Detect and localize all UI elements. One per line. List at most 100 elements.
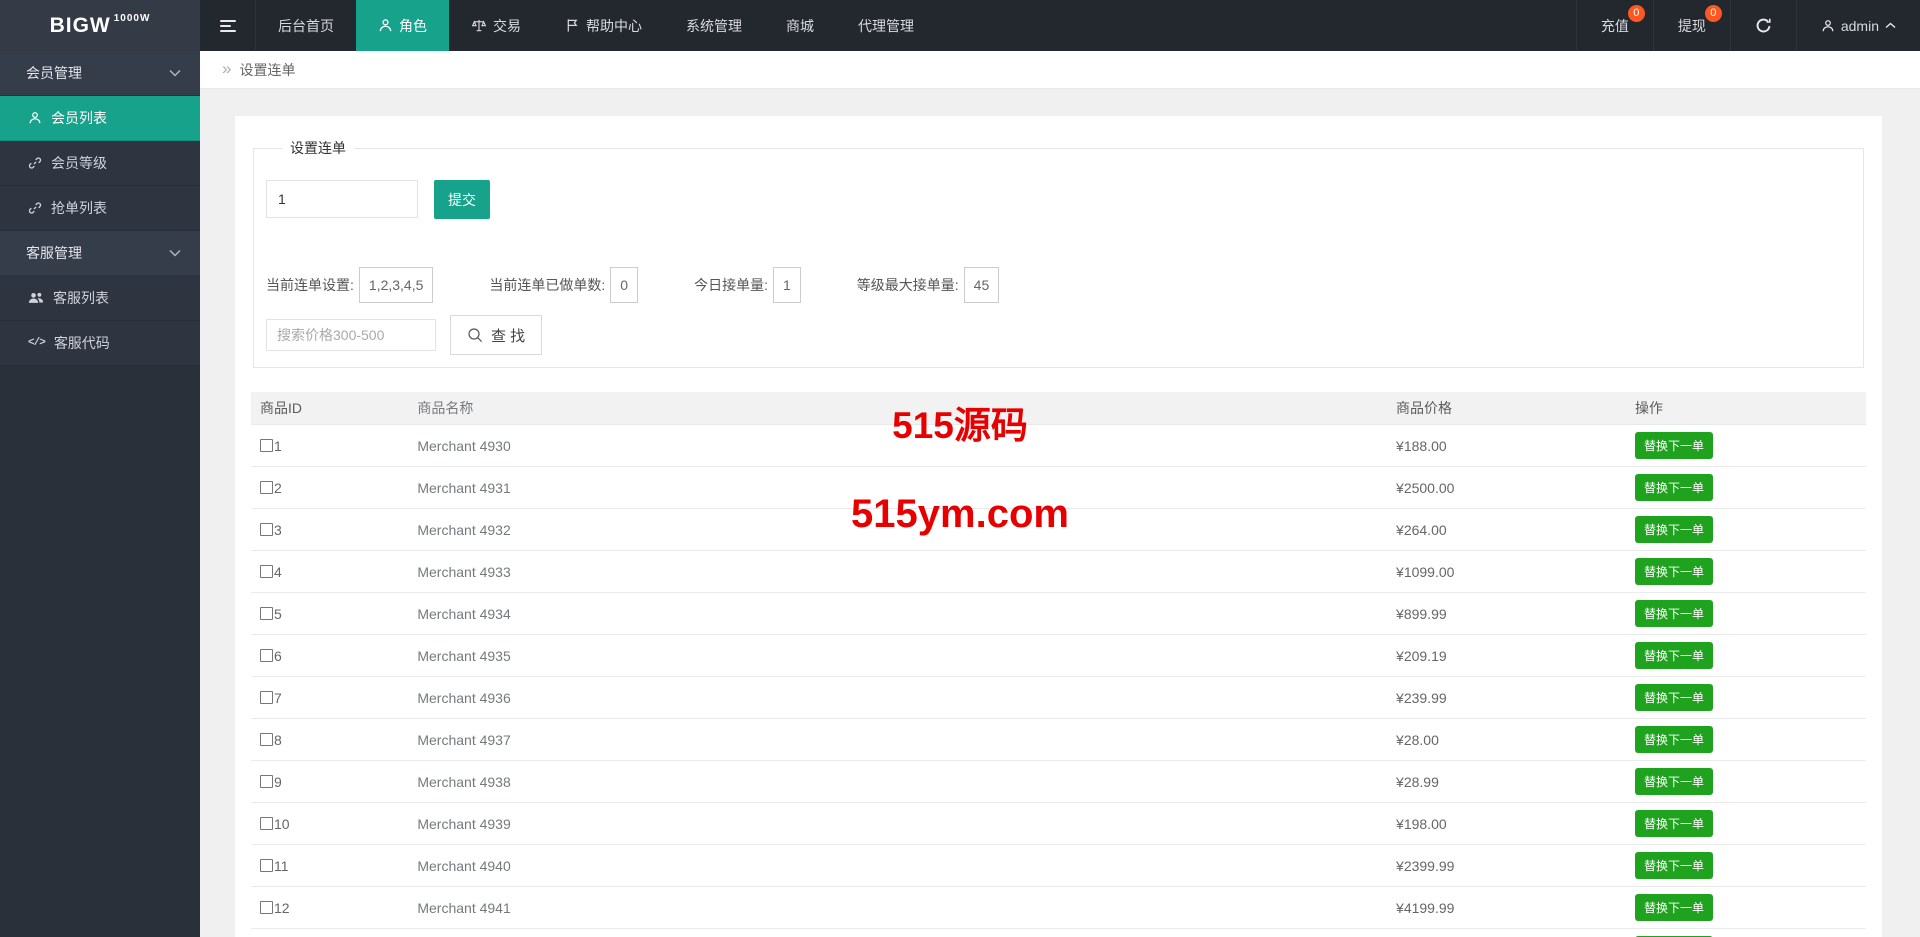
product-id: 7 [274, 689, 282, 706]
product-price: ¥188.00 [1396, 437, 1447, 454]
stat-value: 0 [610, 267, 639, 303]
replace-next-order-button[interactable]: 替换下一单 [1635, 894, 1714, 921]
replace-next-order-button[interactable]: 替换下一单 [1635, 726, 1714, 753]
nav-item-roles[interactable]: 角色 [356, 0, 449, 51]
product-price: ¥1099.00 [1396, 563, 1455, 580]
product-name: Merchant 4941 [417, 899, 511, 916]
table-row: 11 Merchant 4940 ¥2399.99 替换下一单 [251, 845, 1866, 887]
link-icon [28, 156, 42, 170]
flag-icon [565, 18, 580, 33]
hamburger-icon [219, 17, 236, 35]
nav-item-trade[interactable]: 交易 [449, 0, 543, 51]
app-logo: BIGW 1000W [0, 0, 200, 51]
row-checkbox[interactable] [260, 691, 273, 704]
link-icon [28, 201, 42, 215]
user-icon [1821, 19, 1835, 33]
menu-toggle-button[interactable] [200, 0, 256, 51]
replace-next-order-button[interactable]: 替换下一单 [1635, 810, 1714, 837]
chevron-down-icon [169, 249, 181, 257]
row-checkbox[interactable] [260, 733, 273, 746]
table-row: 4 Merchant 4933 ¥1099.00 替换下一单 [251, 551, 1866, 593]
submit-button[interactable]: 提交 [434, 180, 490, 219]
header-product-name: 商品名称 [417, 400, 474, 416]
replace-next-order-button[interactable]: 替换下一单 [1635, 600, 1714, 627]
product-name: Merchant 4930 [417, 437, 511, 454]
recharge-button[interactable]: 充值 0 [1575, 0, 1653, 51]
table-row: 12 Merchant 4941 ¥4199.99 替换下一单 [251, 887, 1866, 929]
replace-next-order-button[interactable]: 替换下一单 [1635, 516, 1714, 543]
row-checkbox[interactable] [260, 775, 273, 788]
table-row: 3 Merchant 4932 ¥264.00 替换下一单 [251, 509, 1866, 551]
table-row: 5 Merchant 4934 ¥899.99 替换下一单 [251, 593, 1866, 635]
sidebar-item-support-code[interactable]: </> 客服代码 [0, 321, 200, 366]
product-price: ¥28.99 [1396, 773, 1439, 790]
stat-level-max-orders: 等级最大接单量: 45 [857, 267, 1000, 303]
replace-next-order-button[interactable]: 替换下一单 [1635, 852, 1714, 879]
refresh-icon [1755, 17, 1772, 34]
sidebar-group-members[interactable]: 会员管理 [0, 51, 200, 96]
product-id: 11 [274, 857, 289, 874]
replace-next-order-button[interactable]: 替换下一单 [1635, 558, 1714, 585]
product-price: ¥2500.00 [1396, 479, 1455, 496]
price-search-input[interactable] [266, 319, 436, 351]
main-content: 设置连单 提交 当前连单设置: 1,2,3,4,5 当前连单已做单数: 0 今日… [200, 89, 1920, 937]
logo-text: BIGW [49, 13, 111, 37]
person-icon [28, 111, 42, 125]
row-checkbox[interactable] [260, 565, 273, 578]
sidebar-item-support-list[interactable]: 客服列表 [0, 276, 200, 321]
table-row: 10 Merchant 4939 ¥198.00 替换下一单 [251, 803, 1866, 845]
user-menu[interactable]: admin [1795, 0, 1920, 51]
product-name: Merchant 4938 [417, 773, 511, 790]
row-checkbox[interactable] [260, 649, 273, 662]
sidebar-group-support[interactable]: 客服管理 [0, 231, 200, 276]
row-checkbox[interactable] [260, 523, 273, 536]
product-price: ¥209.19 [1396, 647, 1447, 664]
row-checkbox[interactable] [260, 817, 273, 830]
fieldset-legend: 设置连单 [290, 140, 346, 156]
nav-item-mall[interactable]: 商城 [764, 0, 836, 51]
withdraw-button[interactable]: 提现 0 [1652, 0, 1730, 51]
nav-item-dashboard[interactable]: 后台首页 [256, 0, 356, 51]
sidebar-item-member-list[interactable]: 会员列表 [0, 96, 200, 141]
username: admin [1840, 17, 1879, 34]
product-id: 6 [274, 647, 282, 664]
product-id: 8 [274, 731, 282, 748]
nav-item-system[interactable]: 系统管理 [664, 0, 764, 51]
logo-sup-text: 1000W [113, 13, 151, 24]
product-name: Merchant 4934 [417, 605, 511, 622]
replace-next-order-button[interactable]: 替换下一单 [1635, 642, 1714, 669]
row-checkbox[interactable] [260, 901, 273, 914]
product-id: 3 [274, 521, 282, 538]
sidebar-item-grab-order-list[interactable]: 抢单列表 [0, 186, 200, 231]
navbar-right: 充值 0 提现 0 admin [1575, 0, 1920, 51]
product-id: 10 [274, 815, 290, 832]
table-row: 13 Merchant 4942 ¥699.00 替换下一单 [251, 929, 1866, 937]
row-checkbox[interactable] [260, 859, 273, 872]
product-name: Merchant 4940 [417, 857, 511, 874]
table-row: 1 Merchant 4930 ¥188.00 替换下一单 [251, 425, 1866, 467]
header-action: 操作 [1635, 400, 1664, 416]
table-body: 1 Merchant 4930 ¥188.00 替换下一单 2 Merchant… [251, 425, 1866, 937]
product-id: 1 [274, 437, 282, 454]
refresh-button[interactable] [1729, 0, 1796, 51]
row-checkbox[interactable] [260, 481, 273, 494]
set-chain-order-fieldset: 设置连单 提交 当前连单设置: 1,2,3,4,5 当前连单已做单数: 0 今日… [253, 138, 1864, 368]
replace-next-order-button[interactable]: 替换下一单 [1635, 432, 1714, 459]
table-header-row: 商品ID 商品名称 商品价格 操作 [251, 392, 1866, 425]
nav-item-help-center[interactable]: 帮助中心 [543, 0, 664, 51]
product-id: 2 [274, 479, 282, 496]
withdraw-badge: 0 [1704, 5, 1722, 22]
replace-next-order-button[interactable]: 替换下一单 [1635, 768, 1714, 795]
row-checkbox[interactable] [260, 607, 273, 620]
product-price: ¥239.99 [1396, 689, 1447, 706]
product-id: 4 [274, 563, 282, 580]
chain-order-input[interactable] [266, 180, 418, 218]
table-row: 6 Merchant 4935 ¥209.19 替换下一单 [251, 635, 1866, 677]
row-checkbox[interactable] [260, 439, 273, 452]
replace-next-order-button[interactable]: 替换下一单 [1635, 474, 1714, 501]
replace-next-order-button[interactable]: 替换下一单 [1635, 684, 1714, 711]
sidebar-item-member-level[interactable]: 会员等级 [0, 141, 200, 186]
search-button[interactable]: 查 找 [450, 315, 543, 355]
nav-item-agent[interactable]: 代理管理 [836, 0, 936, 51]
product-price: ¥264.00 [1396, 521, 1447, 538]
